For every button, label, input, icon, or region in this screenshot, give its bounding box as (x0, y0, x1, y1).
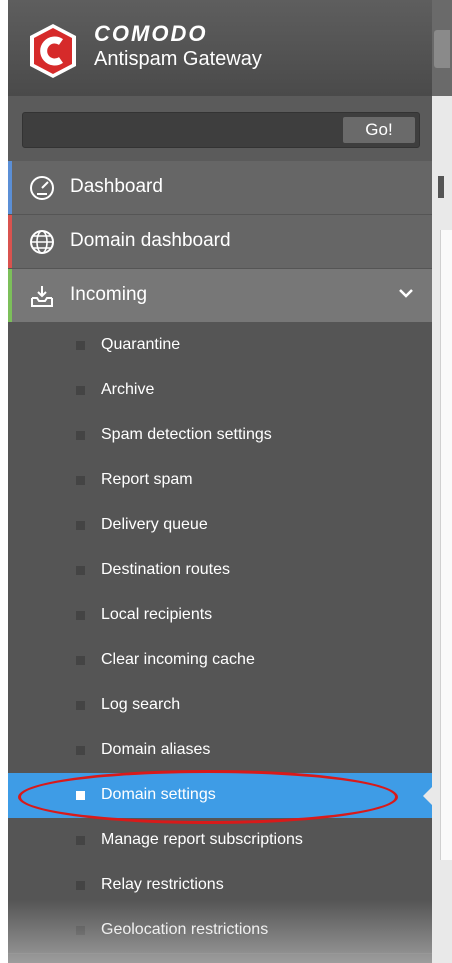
sub-item-report-spam[interactable]: Report spam (8, 458, 432, 504)
app-header: COMODO Antispam Gateway (8, 0, 432, 96)
sub-item-spam-detection-settings[interactable]: Spam detection settings (8, 413, 432, 459)
bullet-icon (76, 656, 85, 665)
content-panel-edge (440, 230, 452, 860)
sub-item-quarantine[interactable]: Quarantine (8, 323, 432, 369)
brand-name: COMODO (94, 21, 208, 46)
dashboard-gauge-icon (30, 176, 54, 200)
sub-item-geolocation-restrictions[interactable]: Geolocation restrictions (8, 908, 432, 954)
sub-item-label: Delivery queue (101, 516, 208, 533)
globe-icon (30, 230, 54, 254)
sub-item-label: Spam detection settings (101, 426, 272, 443)
nav-item-label: Dashboard (70, 176, 163, 197)
nav-item-label: Domain dashboard (70, 230, 231, 251)
nav-item-dashboard[interactable]: Dashboard (8, 161, 432, 215)
bullet-icon (76, 791, 85, 800)
inbox-download-icon (31, 286, 53, 307)
comodo-logo-icon (30, 24, 76, 78)
sub-item-label: Local recipients (101, 606, 213, 623)
bullet-icon (76, 881, 85, 890)
sub-item-clear-incoming-cache[interactable]: Clear incoming cache (8, 638, 432, 684)
sub-item-destination-routes[interactable]: Destination routes (8, 548, 432, 594)
sub-item-local-recipients[interactable]: Local recipients (8, 593, 432, 639)
sub-item-relay-restrictions[interactable]: Relay restrictions (8, 863, 432, 909)
sub-item-label: Report spam (101, 471, 193, 488)
product-name: Antispam Gateway (94, 48, 262, 70)
sub-item-label: Clear incoming cache (101, 651, 255, 668)
sidebar: COMODO Antispam Gateway Go! Dashboard Do… (8, 0, 432, 963)
bullet-icon (76, 386, 85, 395)
sub-item-label: Archive (101, 381, 155, 398)
chevron-down-icon[interactable] (396, 283, 416, 303)
bullet-icon (76, 836, 85, 845)
nav-item-domain-dashboard[interactable]: Domain dashboard (8, 215, 432, 269)
nav-item-incoming[interactable]: Incoming (8, 269, 432, 323)
sub-item-label: Manage report subscriptions (101, 831, 303, 848)
sub-item-domain-aliases[interactable]: Domain aliases (8, 728, 432, 774)
main-content-edge (432, 0, 452, 963)
bullet-icon (76, 521, 85, 530)
sub-item-delivery-queue[interactable]: Delivery queue (8, 503, 432, 549)
sub-item-label: Destination routes (101, 561, 230, 578)
sub-item-archive[interactable]: Archive (8, 368, 432, 414)
search-input[interactable] (31, 117, 335, 145)
sub-item-log-search[interactable]: Log search (8, 683, 432, 729)
sub-item-label: Log search (101, 696, 181, 713)
active-pointer-icon (423, 787, 432, 805)
bullet-icon (76, 476, 85, 485)
sub-item-label: Relay restrictions (101, 876, 224, 893)
sub-item-label: Geolocation restrictions (101, 921, 269, 938)
bullet-icon (76, 431, 85, 440)
sub-item-domain-settings[interactable]: Domain settings (8, 773, 432, 819)
go-button[interactable]: Go! (343, 117, 415, 143)
nav-item-label: Incoming (70, 284, 148, 305)
bullet-icon (76, 926, 85, 935)
search-box: Go! (22, 112, 420, 148)
bullet-icon (76, 611, 85, 620)
bullet-icon (76, 566, 85, 575)
sub-item-manage-report-subscriptions[interactable]: Manage report subscriptions (8, 818, 432, 864)
bullet-icon (76, 746, 85, 755)
bullet-icon (76, 701, 85, 710)
tab-edge[interactable] (434, 30, 450, 68)
sub-item-label: Quarantine (101, 336, 181, 353)
sub-item-label: Domain settings (101, 786, 216, 803)
sub-item-label: Domain aliases (101, 741, 211, 758)
bullet-icon (76, 341, 85, 350)
